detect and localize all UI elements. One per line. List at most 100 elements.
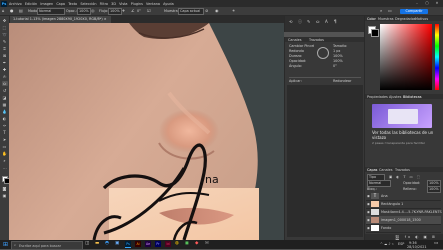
layer-row-background[interactable]: ◉ Fondo (366, 224, 441, 233)
tray-language[interactable]: ESP (398, 242, 404, 246)
tray-icons[interactable]: ^ ☁ ♪ ⌁ (380, 242, 394, 246)
menu-item-7[interactable]: 3D (111, 2, 116, 6)
healing-tool-icon[interactable]: ✚ (2, 67, 8, 72)
tab-color[interactable]: Color (367, 17, 376, 21)
menu-item-9[interactable]: Plugins (131, 2, 143, 6)
tab-adjustments[interactable]: Ajustes (389, 95, 401, 99)
aligned-icon[interactable]: ☑ (147, 8, 151, 13)
move-tool-icon[interactable]: ✥ (2, 18, 8, 23)
menu-item-1[interactable]: Edición (25, 2, 37, 6)
tab-libraries[interactable]: Bibliotecas (403, 95, 422, 99)
eyedropper-tool-icon[interactable]: ✒ (2, 60, 8, 65)
brush-preset-icon[interactable]: ● (10, 8, 14, 13)
taskbar-illustrator-icon[interactable]: Ai (135, 241, 141, 248)
document-canvas[interactable]: na (9, 23, 284, 240)
taskbar-app2-icon[interactable]: ◆ (195, 241, 198, 246)
info-icon[interactable]: ⓘ (298, 19, 302, 25)
store-icon[interactable]: ▣ (115, 241, 119, 246)
visibility-eye-icon[interactable]: ◉ (367, 210, 370, 214)
menu-item-10[interactable]: Ventana (146, 2, 160, 6)
quick-select-tool-icon[interactable]: ✎ (2, 39, 8, 44)
quick-mask-icon[interactable]: ◙ (2, 186, 8, 191)
workspace-icon[interactable]: ▭ (388, 8, 392, 13)
taskbar-after-effects-icon[interactable]: Ae (145, 241, 151, 248)
brush-tool-icon[interactable]: ✍ (2, 74, 8, 79)
file-explorer-icon[interactable]: ▬ (95, 241, 99, 246)
share-button[interactable]: Compartir (400, 8, 428, 14)
lasso-tool-icon[interactable]: ➰ (2, 32, 8, 37)
taskbar-premiere-icon[interactable]: Pr (155, 241, 161, 248)
shape-tool-icon[interactable]: ▭ (2, 144, 8, 149)
menu-item-5[interactable]: Selección (80, 2, 96, 6)
clone-source-icon[interactable]: ⛀ (316, 19, 319, 24)
opacity-field[interactable]: 100% (77, 8, 91, 16)
tab-channels[interactable]: Canales (288, 38, 301, 42)
menu-item-2[interactable]: Imagen (40, 2, 53, 6)
mode-select[interactable]: Normal (37, 8, 65, 16)
path-select-tool-icon[interactable]: ➤ (2, 137, 8, 142)
menu-item-8[interactable]: Vista (119, 2, 127, 6)
history-brush-tool-icon[interactable]: ↺ (2, 88, 8, 93)
ignore-adjust-icon[interactable]: ⊘ (205, 8, 208, 13)
taskbar-indesign-icon[interactable]: Id (165, 241, 171, 248)
paragraph-icon[interactable]: ¶ (334, 19, 337, 24)
visibility-eye-icon[interactable]: ◉ (367, 202, 370, 206)
taskbar-app3-icon[interactable]: ✉ (205, 241, 209, 246)
gradient-tool-icon[interactable]: ▦ (2, 102, 8, 107)
flow-field[interactable]: 100% (108, 8, 122, 16)
minimize-button[interactable]: – (412, 0, 422, 7)
notifications-icon[interactable]: ▭ (434, 241, 438, 246)
menu-item-0[interactable]: Archivo (9, 2, 22, 6)
menu-item-11[interactable]: Ayuda (163, 2, 173, 6)
symmetry-icon[interactable]: ⚭ (232, 8, 235, 13)
visibility-eye-icon[interactable]: ◉ (367, 226, 370, 230)
pressure-size-icon[interactable]: ◉ (215, 8, 219, 13)
task-view-icon[interactable]: ◫ (85, 241, 89, 246)
libraries-link[interactable]: 2 pases: transparente para facilitar (372, 141, 436, 146)
brush-panel-icon[interactable]: ✎ (307, 19, 310, 24)
type-tool-icon[interactable]: T (2, 130, 8, 135)
screen-mode-icon[interactable]: ▣ (2, 193, 8, 198)
tab-patterns[interactable]: Motivos (415, 17, 428, 21)
more-tools-icon[interactable]: ⋯ (2, 166, 8, 171)
dodge-tool-icon[interactable]: ◐ (2, 116, 8, 121)
tab-properties[interactable]: Propiedades (367, 95, 388, 99)
layer-filter-icons[interactable]: ▣ ◐ T ▭ ⬚ (389, 175, 421, 179)
tab-gradients[interactable]: Degradados (395, 17, 416, 21)
hand-tool-icon[interactable]: ✋ (2, 151, 8, 156)
angle-icon[interactable]: ∠ (131, 8, 135, 13)
tab-paths[interactable]: Trazados (309, 38, 324, 42)
airbrush-icon[interactable]: ✈ (122, 8, 125, 13)
menu-item-3[interactable]: Capa (56, 2, 65, 6)
crop-tool-icon[interactable]: ⌗ (2, 46, 8, 51)
taskbar-photoshop-icon[interactable]: Ps (125, 241, 131, 249)
tab-layer-paths[interactable]: Trazados (395, 168, 410, 172)
visibility-eye-icon[interactable]: ◉ (367, 218, 370, 222)
sample-select[interactable]: Capa actual (178, 8, 204, 16)
menu-item-4[interactable]: Texto (68, 2, 77, 6)
menu-item-6[interactable]: Filtro (100, 2, 108, 6)
tab-layer-channels[interactable]: Canales (379, 168, 392, 172)
blur-tool-icon[interactable]: 💧 (2, 109, 8, 114)
eraser-tool-icon[interactable]: ◪ (2, 95, 8, 100)
search-icon[interactable]: ⌕ (380, 8, 382, 13)
tab-layers[interactable]: Capas (367, 168, 377, 172)
maximize-button[interactable]: ▢ (422, 0, 432, 7)
character-icon[interactable]: A (325, 19, 328, 24)
edge-icon[interactable]: ◓ (105, 241, 109, 246)
document-tab[interactable]: 1-tutorial 1-13% (imagen 2880X90_1920X0,… (9, 16, 111, 23)
tab-swatches[interactable]: Muestras (378, 17, 394, 21)
home-icon[interactable]: ⌂ (2, 8, 5, 13)
taskbar-date[interactable]: 28/10/2021 (407, 245, 427, 249)
close-button[interactable]: ✕ (432, 0, 442, 7)
bg-color-chip[interactable] (371, 29, 379, 37)
taskbar-app-icon[interactable]: ◼ (185, 241, 189, 246)
pen-tool-icon[interactable]: ✑ (2, 123, 8, 128)
history-icon[interactable]: ⟲ (289, 19, 292, 24)
windows-start-icon[interactable]: ⊞ (2, 241, 9, 248)
hue-slider[interactable] (435, 24, 439, 90)
color-field[interactable] (380, 24, 432, 90)
frame-tool-icon[interactable]: ⊠ (2, 53, 8, 58)
zoom-tool-icon[interactable]: ⌕ (2, 158, 8, 163)
marquee-tool-icon[interactable]: ⬚ (2, 25, 8, 30)
